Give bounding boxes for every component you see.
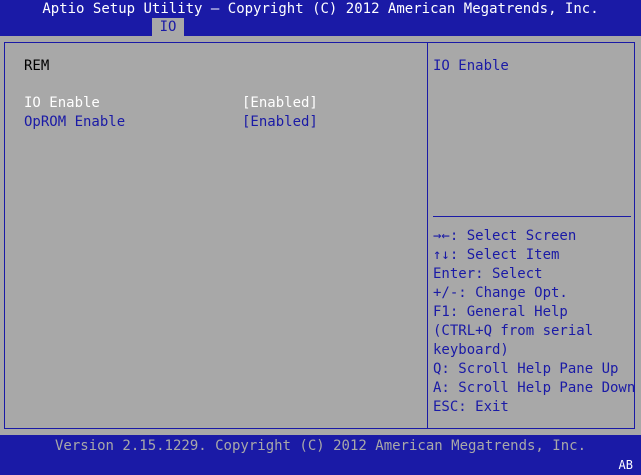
- key-help-select-screen: →←: Select Screen: [433, 228, 577, 244]
- help-pane-divider: [427, 43, 428, 428]
- main-panel: REM IO Enable [Enabled] OpROM Enable [En…: [0, 36, 641, 435]
- key-help-serial-line1: (CTRL+Q from serial: [433, 323, 594, 339]
- key-help-enter: Enter: Select: [433, 266, 543, 282]
- key-help-general-help: F1: General Help: [433, 304, 568, 320]
- setting-label[interactable]: IO Enable: [24, 94, 100, 113]
- setting-value[interactable]: [Enabled]: [242, 94, 318, 113]
- setting-value[interactable]: [Enabled]: [242, 113, 318, 132]
- key-help-divider: [433, 216, 631, 217]
- setting-label[interactable]: OpROM Enable: [24, 113, 125, 132]
- key-help-select-item: ↑↓: Select Item: [433, 247, 560, 263]
- status-badge: AB: [618, 458, 633, 472]
- key-help-serial-line2: keyboard): [433, 342, 509, 358]
- bios-title: Aptio Setup Utility – Copyright (C) 2012…: [42, 1, 599, 17]
- key-help-scroll-up: Q: Scroll Help Pane Up: [433, 361, 619, 377]
- key-help-exit: ESC: Exit: [433, 399, 509, 415]
- version-text: Version 2.15.1229. Copyright (C) 2012 Am…: [54, 438, 586, 454]
- section-heading: REM: [24, 58, 50, 74]
- help-description: IO Enable: [433, 58, 509, 74]
- tab-io[interactable]: IO: [152, 18, 184, 36]
- footer-bar: Version 2.15.1229. Copyright (C) 2012 Am…: [0, 435, 641, 475]
- key-help-scroll-down: A: Scroll Help Pane Down: [433, 380, 636, 396]
- key-help-change-opt: +/-: Change Opt.: [433, 285, 568, 301]
